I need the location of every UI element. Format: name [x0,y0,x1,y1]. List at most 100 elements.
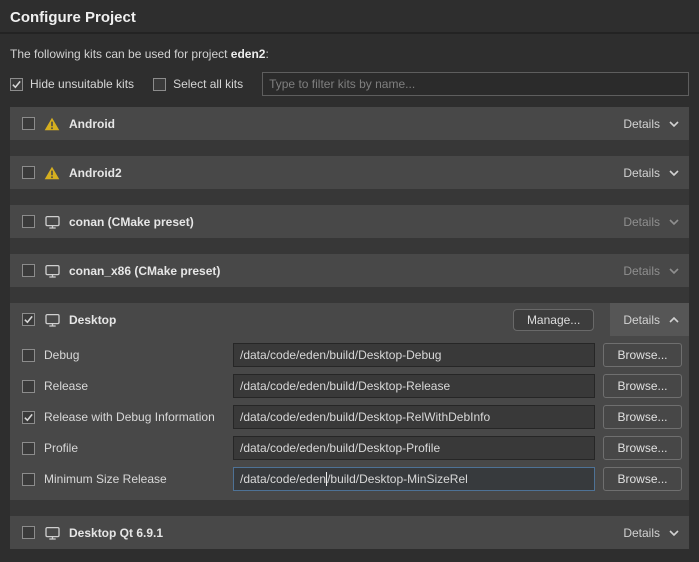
config-left: Minimum Size Release [22,472,233,486]
manage-kits-button[interactable]: Manage... [513,309,594,331]
build-config-row: Profile/data/code/eden/build/Desktop-Pro… [22,436,682,460]
intro-suffix: : [265,47,268,61]
details-toggle[interactable]: Details [614,107,689,140]
kit-name: Android2 [69,166,122,180]
kit-row[interactable]: Desktop Qt 6.9.1 Details [10,516,689,549]
check-icon [23,412,34,423]
kit-name: Desktop [69,313,116,327]
kit-name: conan (CMake preset) [69,215,194,229]
browse-button[interactable]: Browse... [603,374,682,398]
config-label: Minimum Size Release [44,472,167,486]
chevron-up-icon [668,316,680,324]
select-all-kits-label: Select all kits [173,77,243,91]
config-label: Debug [44,348,79,362]
kit-panel: Android2 Details [10,156,689,189]
kit-row[interactable]: Android2 Details [10,156,689,189]
chevron-down-icon [668,267,680,275]
build-dir-input[interactable]: /data/code/eden/build/Desktop-MinSizeRel [233,467,595,491]
build-config-row: Debug/data/code/eden/build/Desktop-Debug… [22,343,682,367]
build-dir-input[interactable]: /data/code/eden/build/Desktop-Debug [233,343,595,367]
kit-panel: conan (CMake preset) Details [10,205,689,238]
browse-button[interactable]: Browse... [603,436,682,460]
chevron-down-icon [668,120,680,128]
config-checkbox[interactable] [22,473,35,486]
details-toggle[interactable]: Details [614,156,689,189]
desktop-icon [44,526,60,540]
details-label: Details [623,117,660,131]
warning-icon [44,117,60,131]
build-config-list: Debug/data/code/eden/build/Desktop-Debug… [10,336,689,500]
kit-checkbox[interactable] [22,117,35,130]
kit-checkbox[interactable] [22,166,35,179]
intro-prefix: The following kits can be used for proje… [10,47,231,61]
build-config-row: Release/data/code/eden/build/Desktop-Rel… [22,374,682,398]
kit-name: conan_x86 (CMake preset) [69,264,220,278]
details-toggle[interactable]: Details [610,303,689,336]
build-dir-path: /data/code/eden/build/Desktop-Profile [240,441,440,455]
config-checkbox[interactable] [22,380,35,393]
kit-name: Desktop Qt 6.9.1 [69,526,163,540]
desktop-icon [44,313,60,327]
config-label: Release [44,379,88,393]
kit-checkbox[interactable] [22,526,35,539]
kit-row[interactable]: Desktop Manage... Details [10,303,689,336]
check-icon [11,79,22,90]
config-left: Debug [22,348,233,362]
details-toggle[interactable]: Details [614,516,689,549]
kit-checkbox[interactable] [22,264,35,277]
check-icon [23,314,34,325]
build-dir-input[interactable]: /data/code/eden/build/Desktop-Release [233,374,595,398]
hide-unsuitable-kits-checkbox[interactable] [10,78,23,91]
details-toggle[interactable]: Details [614,254,689,287]
kit-row[interactable]: conan_x86 (CMake preset) Details [10,254,689,287]
kit-list: AndroidDetailsAndroid2Detailsconan (CMak… [10,107,689,549]
details-label: Details [623,166,660,180]
details-label: Details [623,264,660,278]
chevron-down-icon [668,218,680,226]
config-checkbox[interactable] [22,442,35,455]
build-dir-path: /data/code/eden/build/Desktop-RelWithDeb… [240,410,490,424]
project-name: eden2 [231,47,266,61]
select-all-kits-option[interactable]: Select all kits [153,77,243,91]
config-checkbox[interactable] [22,349,35,362]
kits-intro-text: The following kits can be used for proje… [10,47,689,61]
hide-unsuitable-kits-label: Hide unsuitable kits [30,77,134,91]
kit-row[interactable]: AndroidDetails [10,107,689,140]
config-left: Release [22,379,233,393]
browse-button[interactable]: Browse... [603,343,682,367]
config-left: Profile [22,441,233,455]
chevron-down-icon [668,529,680,537]
browse-button[interactable]: Browse... [603,405,682,429]
details-label: Details [623,313,660,327]
select-all-kits-checkbox[interactable] [153,78,166,91]
kit-checkbox[interactable] [22,215,35,228]
kit-panel: Desktop Qt 6.9.1 Details [10,516,689,549]
browse-button[interactable]: Browse... [603,467,682,491]
build-dir-input[interactable]: /data/code/eden/build/Desktop-Profile [233,436,595,460]
desktop-icon [44,215,60,229]
desktop-icon [44,264,60,278]
config-checkbox[interactable] [22,411,35,424]
chevron-down-icon [668,169,680,177]
kit-filter-toolbar: Hide unsuitable kits Select all kits [10,72,689,96]
kit-panel: AndroidDetails [10,107,689,140]
kit-filter-input[interactable] [262,72,689,96]
build-dir-input[interactable]: /data/code/eden/build/Desktop-RelWithDeb… [233,405,595,429]
kit-panel: Desktop Manage... Details Debug/data/code/e… [10,303,689,500]
details-toggle[interactable]: Details [614,205,689,238]
window-title-bar: Configure Project [0,0,699,34]
build-dir-path: /data/code/eden/build/Desktop-Debug [240,348,441,362]
page-title: Configure Project [10,9,689,26]
kit-checkbox[interactable] [22,313,35,326]
details-label: Details [623,526,660,540]
config-left: Release with Debug Information [22,410,233,424]
kit-panel: conan_x86 (CMake preset) Details [10,254,689,287]
warning-icon [44,166,60,180]
kit-row[interactable]: conan (CMake preset) Details [10,205,689,238]
build-config-row: Release with Debug Information/data/code… [22,405,682,429]
build-config-row: Minimum Size Release/data/code/eden/buil… [22,467,682,491]
hide-unsuitable-kits-option[interactable]: Hide unsuitable kits [10,77,134,91]
details-label: Details [623,215,660,229]
config-label: Release with Debug Information [44,410,215,424]
config-label: Profile [44,441,78,455]
